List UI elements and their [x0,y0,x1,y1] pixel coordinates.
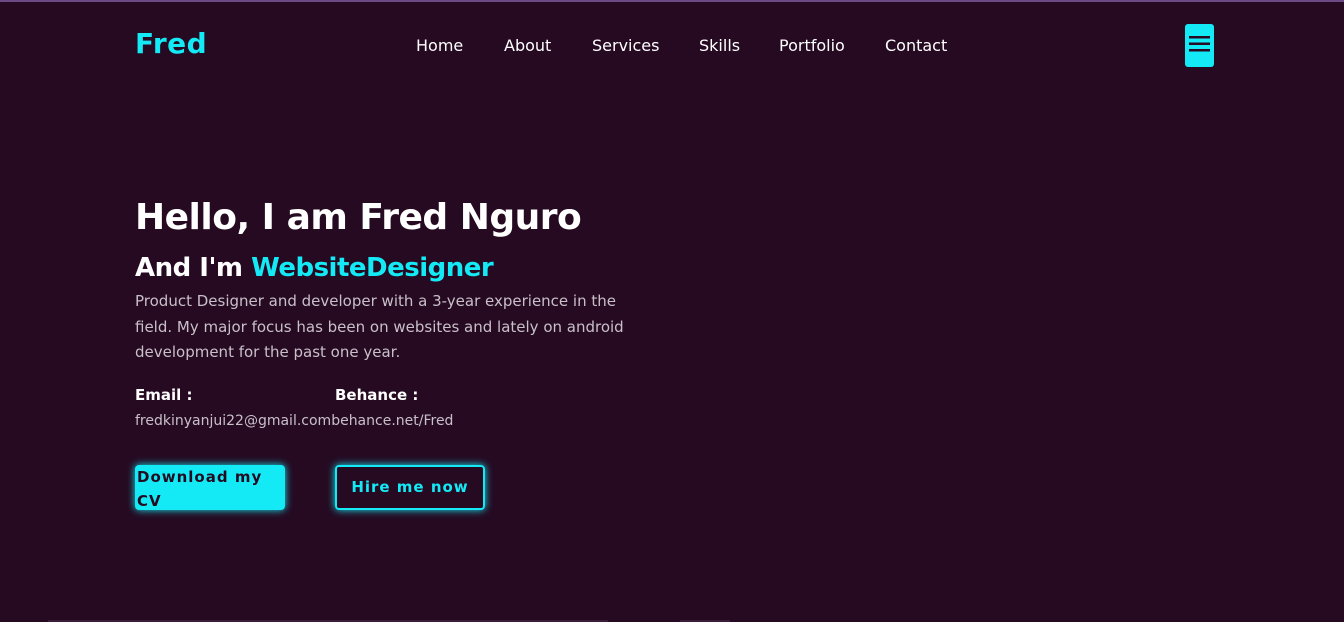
nav-item-about[interactable]: About [504,35,551,57]
hero-subtitle: And I'm WebsiteDesigner [135,250,494,286]
hire-me-button[interactable]: Hire me now [335,465,485,510]
nav-item-contact[interactable]: Contact [885,35,947,57]
nav-item-services[interactable]: Services [592,35,659,57]
hero-role: WebsiteDesigner [251,253,494,283]
behance-label: Behance : [335,386,419,404]
behance-value[interactable]: behance.net/Fred [331,413,453,429]
email-label: Email : [135,386,193,404]
email-value[interactable]: fredkinyanjui22@gmail.com [135,413,331,429]
contact-values: fredkinyanjui22@gmail.combehance.net/Fre… [135,411,453,431]
hamburger-menu-icon [1189,36,1210,52]
hero-subtitle-prefix: And I'm [135,253,252,283]
hero-description: Product Designer and developer with a 3-… [135,292,624,361]
nav-item-portfolio[interactable]: Portfolio [779,35,845,57]
logo[interactable]: Fred [135,26,207,62]
nav-item-skills[interactable]: Skills [699,35,740,57]
nav-item-home[interactable]: Home [416,35,463,57]
download-cv-button[interactable]: Download my CV [135,465,285,510]
hero-title: Hello, I am Fred Nguro [135,197,582,238]
site-header: Fred Home About Services Skills Portfoli… [0,2,1344,88]
menu-button[interactable] [1185,24,1214,67]
